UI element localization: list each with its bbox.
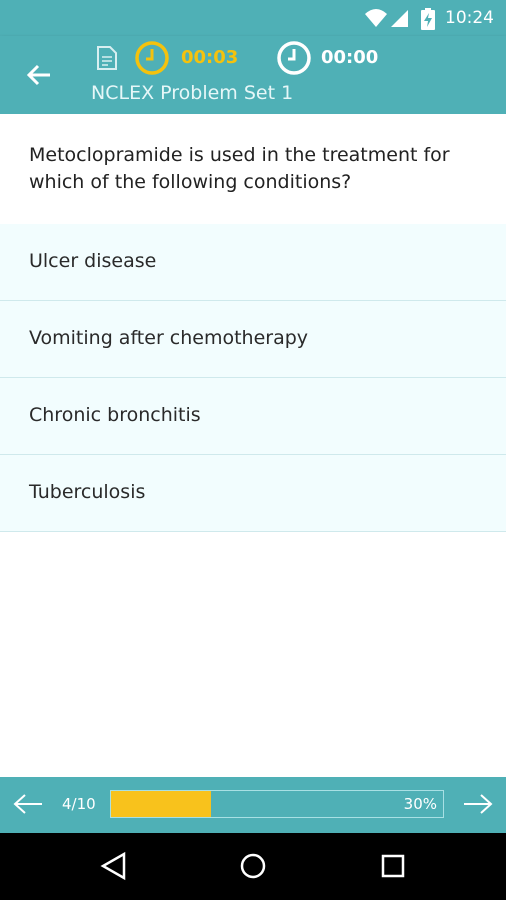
- question-timer: 00:03: [181, 47, 239, 68]
- signal-icon: [391, 10, 408, 27]
- bottom-nav-bar: 4/10 30%: [0, 777, 506, 833]
- answer-option-label: Ulcer disease: [29, 250, 157, 272]
- answer-option-label: Chronic bronchitis: [29, 404, 201, 426]
- next-arrow-icon[interactable]: [462, 791, 494, 817]
- battery-charging-icon: [421, 8, 435, 30]
- progress-label: 30%: [403, 795, 437, 813]
- status-bar: 10:24: [0, 0, 506, 36]
- system-nav-bar: [0, 833, 506, 900]
- question-counter: 4/10: [62, 795, 96, 813]
- nav-back-icon[interactable]: [100, 851, 128, 881]
- answer-option[interactable]: Vomiting after chemotherapy: [0, 301, 506, 378]
- nav-home-icon[interactable]: [238, 851, 268, 881]
- answer-option[interactable]: Tuberculosis: [0, 455, 506, 532]
- question-card: Metoclopramide is used in the treatment …: [0, 114, 506, 225]
- total-timer: 00:00: [321, 47, 379, 68]
- answer-options: Ulcer disease Vomiting after chemotherap…: [0, 224, 506, 532]
- progress-bar: 30%: [110, 790, 444, 818]
- back-arrow-icon[interactable]: [22, 58, 56, 92]
- total-timer-icon: [277, 41, 311, 75]
- question-text: Metoclopramide is used in the treatment …: [29, 144, 450, 193]
- nav-recents-icon[interactable]: [380, 853, 406, 879]
- answer-option[interactable]: Ulcer disease: [0, 224, 506, 301]
- wifi-icon: [365, 9, 387, 27]
- status-time: 10:24: [445, 8, 494, 28]
- answer-option-label: Tuberculosis: [29, 481, 146, 503]
- app-bar: 00:03 00:00 NCLEX Problem Set 1: [0, 36, 506, 114]
- page-title: NCLEX Problem Set 1: [91, 82, 294, 104]
- progress-fill: [111, 791, 211, 817]
- answer-option-label: Vomiting after chemotherapy: [29, 327, 309, 349]
- question-timer-icon: [135, 41, 169, 75]
- answer-option[interactable]: Chronic bronchitis: [0, 378, 506, 455]
- document-icon: [97, 46, 117, 70]
- previous-arrow-icon[interactable]: [12, 791, 44, 817]
